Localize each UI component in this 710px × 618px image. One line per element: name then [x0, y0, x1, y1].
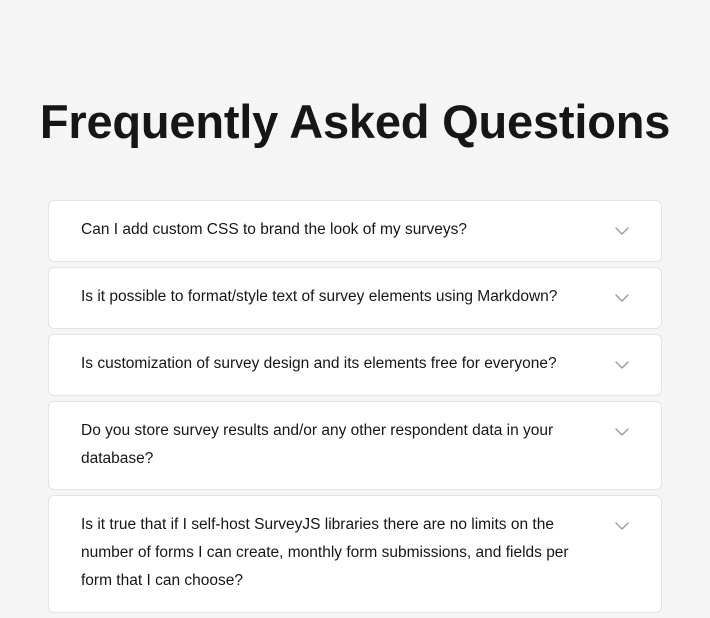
faq-list: Can I add custom CSS to brand the look o… — [48, 200, 662, 618]
chevron-down-icon[interactable] — [615, 425, 629, 439]
faq-item[interactable]: Is it true that if I self-host SurveyJS … — [48, 495, 662, 613]
chevron-down-icon[interactable] — [615, 291, 629, 305]
faq-page: Frequently Asked Questions Can I add cus… — [0, 0, 710, 613]
faq-item[interactable]: Is it possible to format/style text of s… — [48, 267, 662, 329]
faq-item[interactable]: Do you store survey results and/or any o… — [48, 401, 662, 490]
faq-question: Is it true that if I self-host SurveyJS … — [81, 516, 569, 589]
chevron-down-icon[interactable] — [615, 358, 629, 372]
faq-question: Do you store survey results and/or any o… — [81, 422, 554, 467]
faq-item[interactable]: Is customization of survey design and it… — [48, 334, 662, 396]
chevron-down-icon[interactable] — [615, 519, 629, 533]
faq-item[interactable]: Can I add custom CSS to brand the look o… — [48, 200, 662, 262]
chevron-down-icon[interactable] — [615, 224, 629, 238]
faq-question: Is it possible to format/style text of s… — [81, 288, 558, 305]
faq-question: Can I add custom CSS to brand the look o… — [81, 221, 467, 238]
page-title: Frequently Asked Questions — [39, 95, 671, 148]
faq-question: Is customization of survey design and it… — [81, 355, 557, 372]
